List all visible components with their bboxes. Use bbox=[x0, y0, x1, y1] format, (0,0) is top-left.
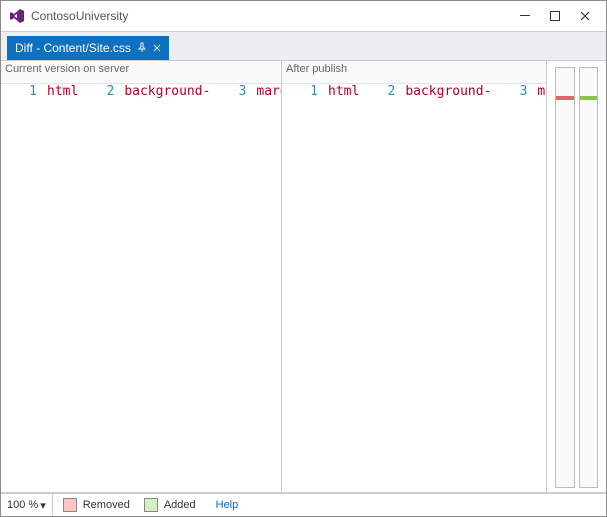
legend-removed-label: Removed bbox=[83, 499, 130, 511]
code-line[interactable]: 2 background-color: #e2e2e2; bbox=[78, 84, 210, 100]
overview-column-left bbox=[555, 67, 575, 488]
pin-icon[interactable] bbox=[137, 41, 147, 55]
code-line[interactable]: 3 margin: 0; bbox=[210, 84, 281, 100]
minimize-button[interactable] bbox=[510, 4, 540, 28]
code-line[interactable]: 1html { bbox=[282, 84, 359, 100]
line-number: 2 bbox=[86, 84, 120, 100]
overview-added-mark bbox=[580, 96, 598, 100]
left-pane: Current version on server 1html {2 backg… bbox=[1, 61, 282, 492]
line-number: 3 bbox=[499, 84, 533, 100]
line-text: background-color: #e2e2 bbox=[401, 84, 491, 100]
code-line[interactable]: 3 margin: 0; bbox=[491, 84, 546, 100]
line-text: html { bbox=[324, 84, 359, 100]
line-text: html { bbox=[43, 84, 78, 100]
overview-removed-mark bbox=[556, 96, 574, 100]
line-number: 3 bbox=[218, 84, 252, 100]
tab-strip: Diff - Content/Site.css bbox=[1, 31, 606, 61]
left-editor[interactable]: 1html {2 background-color: #e2e2e2;3 mar… bbox=[1, 84, 281, 492]
close-tab-icon[interactable] bbox=[153, 41, 161, 55]
right-pane: After publish 1html {2 background-color:… bbox=[282, 61, 546, 492]
vs-logo-icon bbox=[9, 8, 25, 24]
line-text: background-color: #e2e2e2; bbox=[120, 84, 210, 100]
maximize-button[interactable] bbox=[540, 4, 570, 28]
removed-swatch-icon bbox=[63, 498, 77, 512]
left-pane-header: Current version on server bbox=[1, 61, 281, 84]
code-line[interactable]: 2 background-color: #e2e2 bbox=[359, 84, 491, 100]
line-text: margin: 0; bbox=[533, 84, 546, 100]
line-number: 1 bbox=[9, 84, 43, 100]
right-pane-header: After publish bbox=[282, 61, 546, 84]
chevron-down-icon: ▾ bbox=[40, 499, 46, 512]
status-bar: 100 % ▾ Removed Added Help bbox=[1, 493, 606, 516]
diff-legend: Removed Added Help bbox=[53, 494, 249, 516]
window-title: ContosoUniversity bbox=[31, 9, 128, 23]
overview-ruler[interactable] bbox=[546, 61, 606, 492]
diff-panes: Current version on server 1html {2 backg… bbox=[1, 61, 606, 493]
line-number: 2 bbox=[367, 84, 401, 100]
app-window: ContosoUniversity Diff - Content/Site.cs… bbox=[0, 0, 607, 517]
help-link[interactable]: Help bbox=[216, 499, 239, 511]
code-line[interactable]: 1html { bbox=[1, 84, 78, 100]
tab-diff-site-css[interactable]: Diff - Content/Site.css bbox=[7, 36, 169, 60]
added-swatch-icon bbox=[144, 498, 158, 512]
tab-label: Diff - Content/Site.css bbox=[15, 41, 131, 55]
right-editor[interactable]: 1html {2 background-color: #e2e23 margin… bbox=[282, 84, 546, 492]
overview-column-right bbox=[579, 67, 599, 488]
zoom-value: 100 % bbox=[7, 499, 38, 511]
legend-added-label: Added bbox=[164, 499, 196, 511]
zoom-control[interactable]: 100 % ▾ bbox=[1, 494, 53, 516]
titlebar: ContosoUniversity bbox=[1, 1, 606, 31]
line-number: 1 bbox=[290, 84, 324, 100]
line-text: margin: 0; bbox=[252, 84, 281, 100]
close-button[interactable] bbox=[570, 4, 600, 28]
